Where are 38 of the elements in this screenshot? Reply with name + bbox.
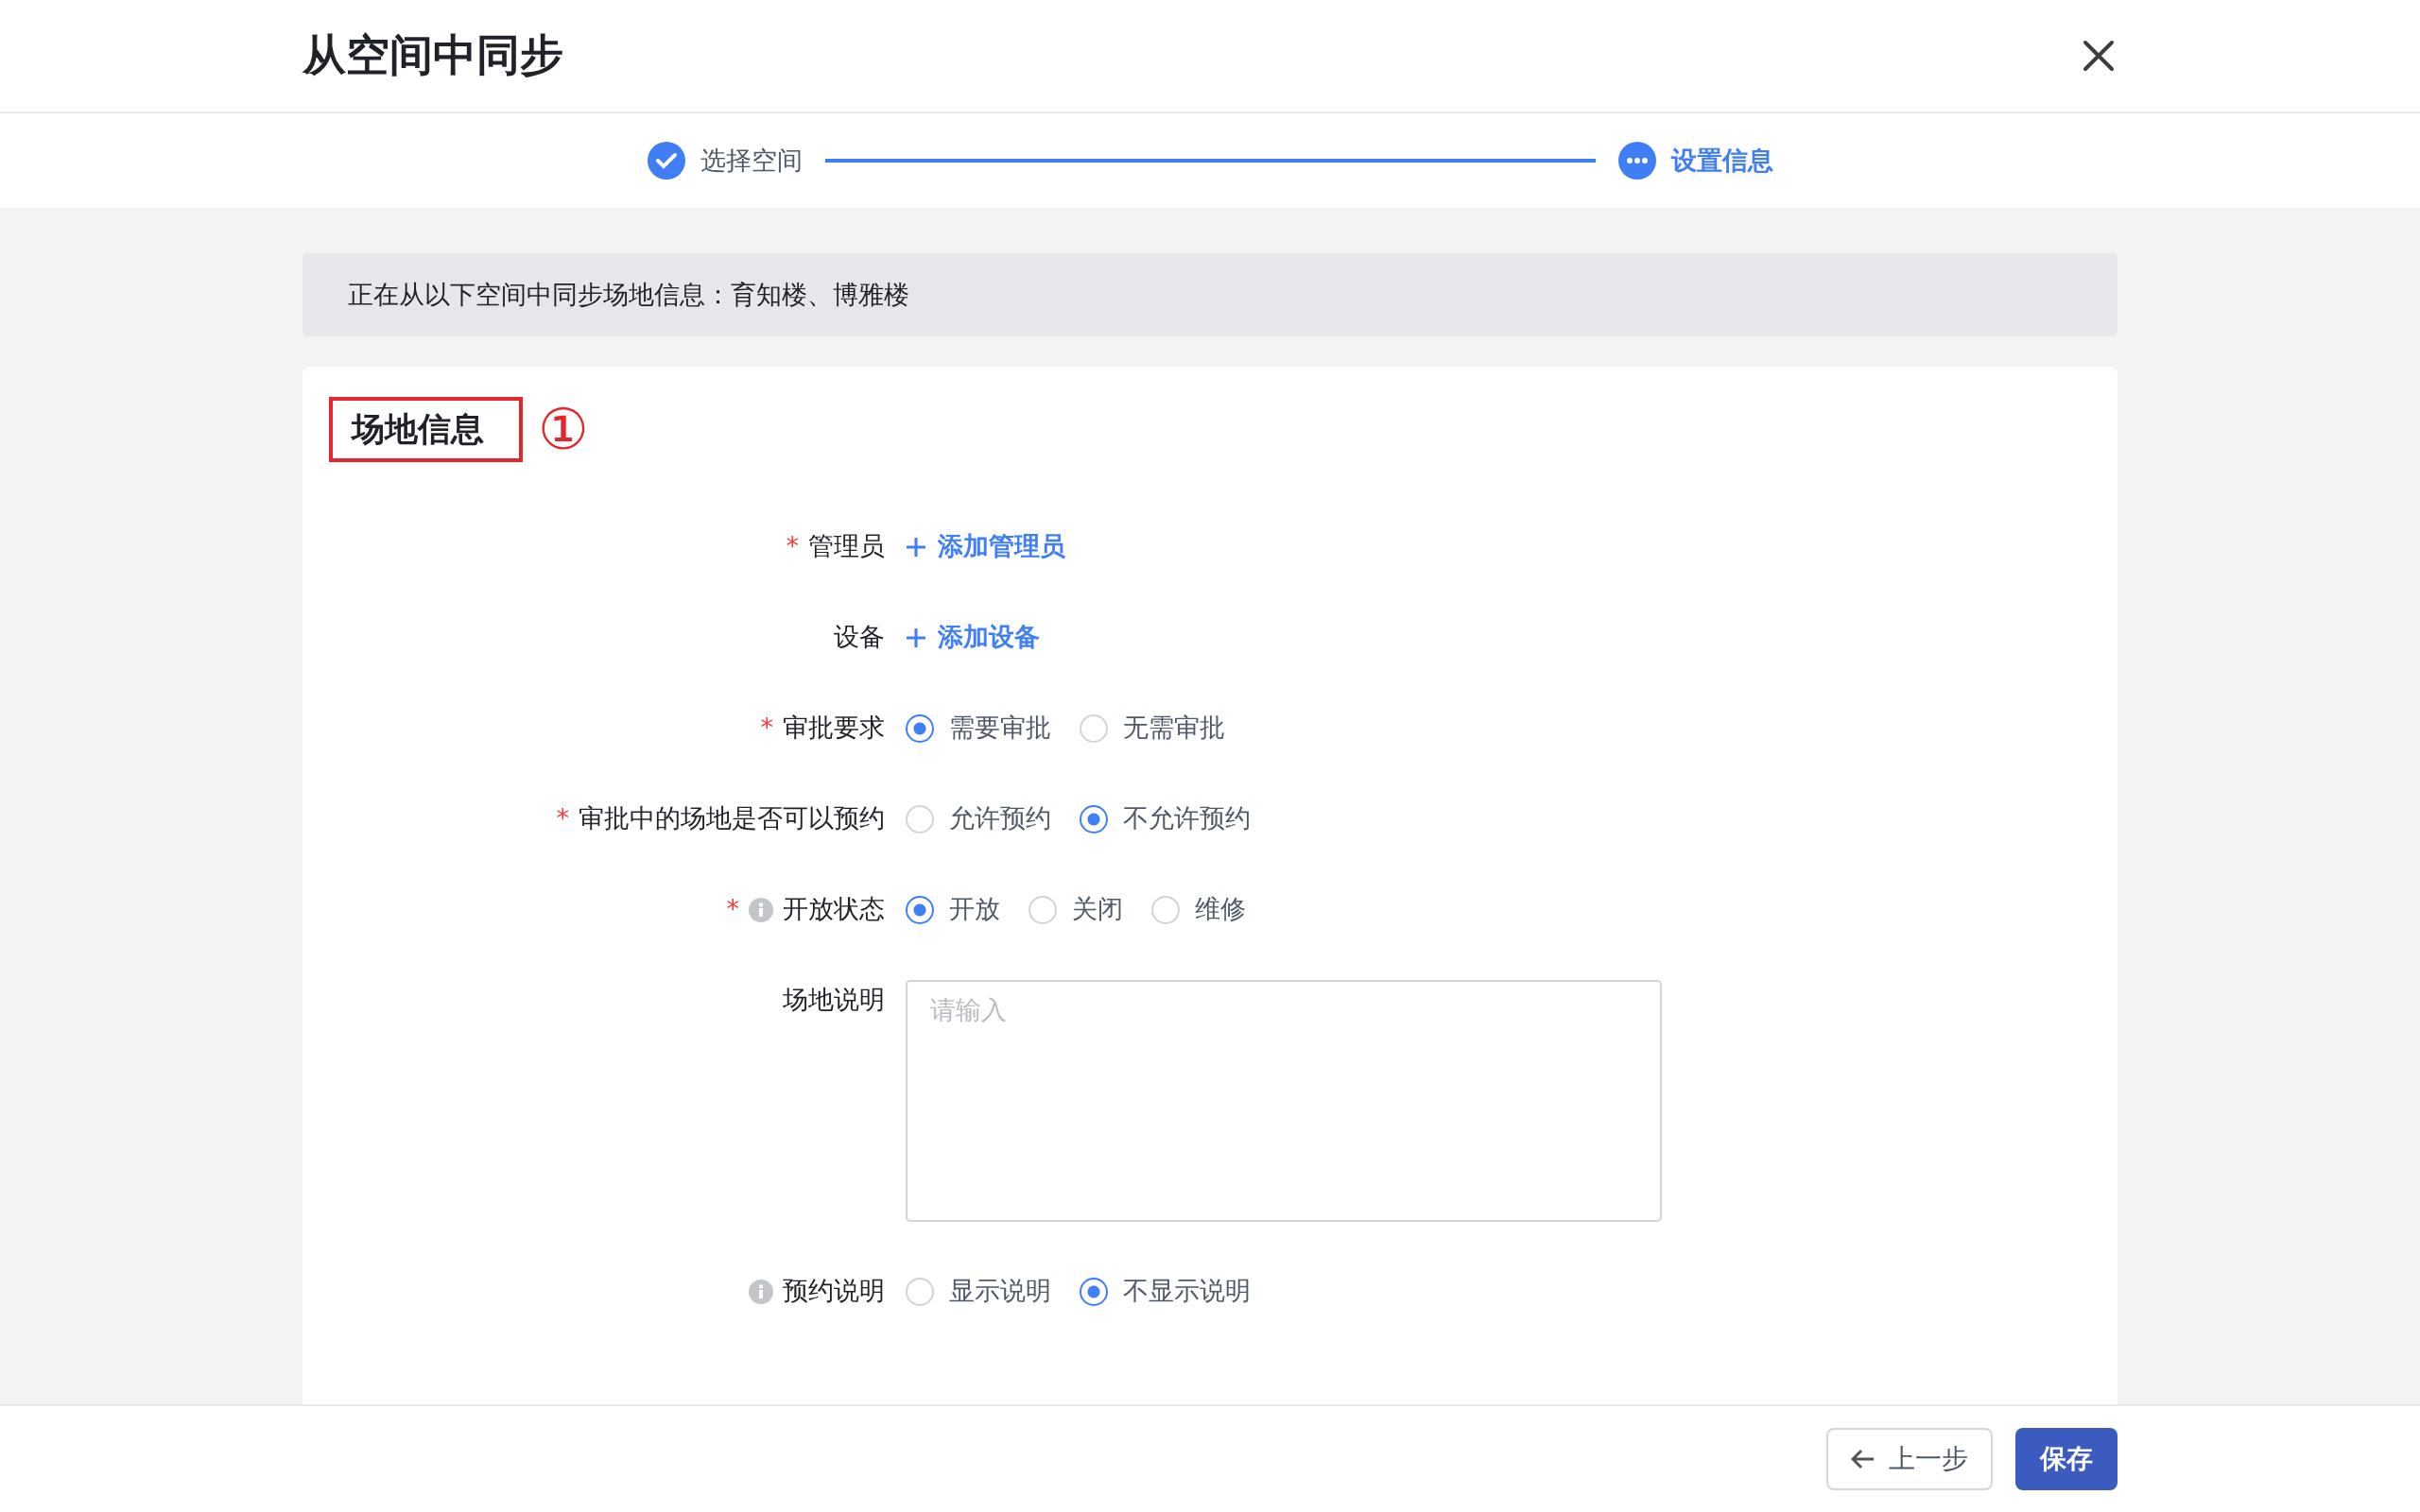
option-label: 关闭	[1072, 893, 1123, 926]
field-label: 设备	[834, 621, 885, 654]
notice-text: 正在从以下空间中同步场地信息：育知楼、博雅楼	[302, 253, 2118, 336]
option-label: 不显示说明	[1123, 1275, 1251, 1308]
field-label: 审批中的场地是否可以预约	[579, 802, 885, 835]
option-label: 需要审批	[949, 712, 1051, 745]
radio-button[interactable]	[906, 713, 934, 743]
field-label: 预约说明	[783, 1275, 885, 1308]
arrow-left-icon	[1851, 1449, 1876, 1469]
field-label: 管理员	[808, 530, 885, 563]
required-mark: *	[760, 712, 773, 745]
required-mark: *	[786, 530, 799, 563]
step-label: 设置信息	[1670, 144, 1773, 177]
required-mark: *	[726, 893, 739, 926]
back-button[interactable]: 上一步	[1826, 1428, 1993, 1490]
step-label: 选择空间	[700, 144, 803, 177]
option-label: 允许预约	[949, 802, 1051, 835]
save-button[interactable]: 保存	[2015, 1428, 2118, 1490]
option-label: 无需审批	[1123, 712, 1225, 745]
radio-button[interactable]	[1080, 1277, 1108, 1306]
plus-icon	[906, 536, 926, 558]
radio-button[interactable]	[1080, 804, 1108, 833]
plus-icon	[906, 627, 926, 648]
required-mark: *	[556, 802, 569, 835]
option-label: 维修	[1195, 893, 1246, 926]
option-label: 不允许预约	[1123, 802, 1251, 835]
field-label: 审批要求	[783, 712, 885, 745]
add-link[interactable]: 添加设备	[906, 616, 1040, 659]
dialog-title: 从空间中同步	[302, 29, 563, 82]
option-label: 显示说明	[949, 1275, 1051, 1308]
section-title: 场地信息	[329, 397, 523, 462]
field-label: 场地说明	[783, 984, 885, 1017]
add-link[interactable]: 添加管理员	[906, 525, 1065, 568]
annotation-number: ①	[538, 401, 589, 458]
option-label: 开放	[949, 893, 1000, 926]
text-area[interactable]: 请输入	[906, 979, 1662, 1222]
field-label: 开放状态	[783, 893, 885, 926]
radio-button[interactable]	[906, 895, 934, 924]
